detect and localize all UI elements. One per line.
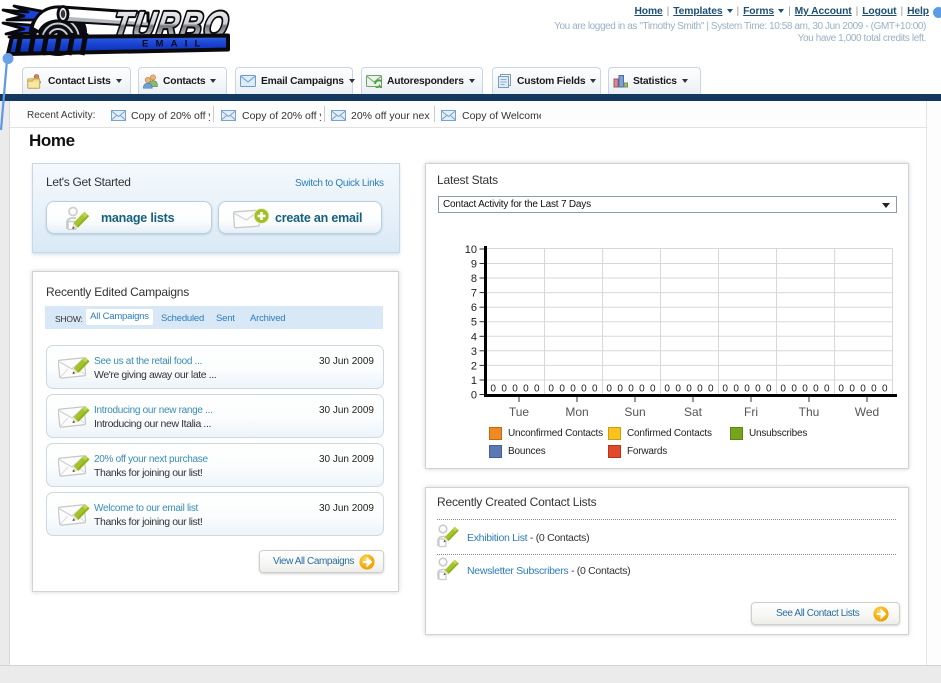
svg-text:0: 0 — [534, 384, 540, 395]
svg-text:4: 4 — [471, 331, 477, 343]
svg-text:0: 0 — [617, 384, 623, 395]
svg-text:Fri: Fri — [744, 405, 758, 419]
svg-text:Wed: Wed — [855, 405, 879, 419]
svg-text:8: 8 — [471, 273, 477, 285]
svg-text:0: 0 — [686, 384, 692, 395]
svg-text:Sat: Sat — [684, 405, 703, 419]
svg-text:0: 0 — [664, 384, 670, 395]
svg-text:0: 0 — [548, 384, 554, 395]
svg-text:0: 0 — [744, 384, 750, 395]
svg-text:0: 0 — [697, 384, 703, 395]
svg-text:0: 0 — [501, 384, 507, 395]
svg-text:0: 0 — [628, 384, 634, 395]
svg-text:0: 0 — [512, 384, 518, 395]
svg-text:0: 0 — [559, 384, 565, 395]
svg-text:0: 0 — [675, 384, 681, 395]
svg-text:0: 0 — [802, 384, 808, 395]
svg-text:0: 0 — [471, 390, 477, 402]
svg-text:0: 0 — [650, 384, 656, 395]
svg-text:0: 0 — [824, 384, 830, 395]
svg-text:EMAIL: EMAIL — [142, 39, 208, 50]
svg-text:0: 0 — [708, 384, 714, 395]
svg-text:2: 2 — [471, 360, 477, 372]
svg-text:0: 0 — [722, 384, 728, 395]
svg-text:0: 0 — [849, 384, 855, 395]
svg-text:Sun: Sun — [624, 405, 645, 419]
svg-text:0: 0 — [882, 384, 888, 395]
svg-text:0: 0 — [523, 384, 529, 395]
svg-text:0: 0 — [813, 384, 819, 395]
svg-text:Thu: Thu — [799, 405, 820, 419]
svg-text:0: 0 — [606, 384, 612, 395]
svg-text:0: 0 — [860, 384, 866, 395]
svg-text:Mon: Mon — [565, 405, 588, 419]
svg-text:0: 0 — [570, 384, 576, 395]
svg-text:0: 0 — [592, 384, 598, 395]
svg-text:0: 0 — [791, 384, 797, 395]
svg-text:0: 0 — [733, 384, 739, 395]
svg-text:0: 0 — [780, 384, 786, 395]
svg-text:9: 9 — [471, 259, 477, 271]
svg-text:0: 0 — [838, 384, 844, 395]
svg-text:10: 10 — [465, 244, 477, 256]
svg-text:0: 0 — [871, 384, 877, 395]
svg-text:Tue: Tue — [509, 405, 530, 419]
svg-text:0: 0 — [490, 384, 496, 395]
svg-text:3: 3 — [471, 346, 477, 358]
svg-text:0: 0 — [766, 384, 772, 395]
svg-text:0: 0 — [581, 384, 587, 395]
svg-text:0: 0 — [639, 384, 645, 395]
svg-text:5: 5 — [471, 317, 477, 329]
svg-text:0: 0 — [755, 384, 761, 395]
svg-text:6: 6 — [471, 302, 477, 314]
svg-text:1: 1 — [471, 375, 477, 387]
svg-text:7: 7 — [471, 288, 477, 300]
